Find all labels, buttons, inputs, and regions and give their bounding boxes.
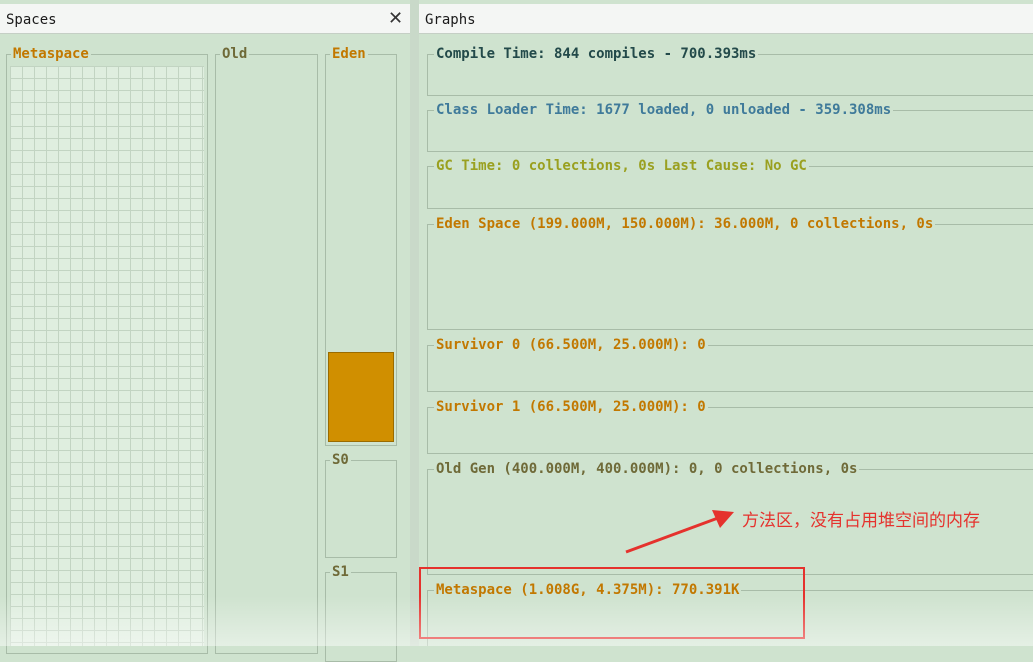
panel-divider[interactable]: [410, 0, 419, 646]
old-gen-label: Old Gen (400.000M, 400.000M): 0, 0 colle…: [434, 461, 860, 477]
graphs-tab-title: Graphs: [425, 12, 476, 28]
gc-time-graph: GC Time: 0 collections, 0s Last Cause: N…: [427, 158, 1033, 209]
old-space-label: Old: [220, 46, 250, 62]
graphs-tab[interactable]: Graphs: [419, 4, 1033, 34]
s1-space-label: S1: [330, 564, 351, 580]
metaspace-usage-grid: [10, 66, 204, 646]
annotation-arrow: [625, 510, 734, 554]
metaspace-space-label: Metaspace: [11, 46, 91, 62]
survivor-0-label: Survivor 0 (66.500M, 25.000M): 0: [434, 337, 708, 353]
spaces-tab-title: Spaces: [6, 12, 57, 28]
eden-space-label: Eden: [330, 46, 368, 62]
class-loader-time-label: Class Loader Time: 1677 loaded, 0 unload…: [434, 102, 894, 118]
eden-space-graph: Eden Space (199.000M, 150.000M): 36.000M…: [427, 216, 1033, 330]
survivor-1-label: Survivor 1 (66.500M, 25.000M): 0: [434, 399, 708, 415]
annotation-text: 方法区，没有占用堆空间的内存: [742, 511, 980, 531]
s0-space-label: S0: [330, 452, 351, 468]
s0-space-box: S0: [325, 452, 397, 558]
metaspace-highlight-box: [419, 567, 805, 639]
spaces-tab[interactable]: Spaces ✕: [0, 4, 410, 34]
eden-usage-bar: [328, 352, 394, 442]
class-loader-time-graph: Class Loader Time: 1677 loaded, 0 unload…: [427, 102, 1033, 152]
compile-time-label: Compile Time: 844 compiles - 700.393ms: [434, 46, 759, 62]
s1-space-box: S1: [325, 564, 397, 662]
old-space-box: Old: [215, 46, 318, 654]
eden-space-graph-label: Eden Space (199.000M, 150.000M): 36.000M…: [434, 216, 936, 232]
survivor-1-graph: Survivor 1 (66.500M, 25.000M): 0: [427, 399, 1033, 454]
close-icon[interactable]: ✕: [388, 8, 403, 29]
survivor-0-graph: Survivor 0 (66.500M, 25.000M): 0: [427, 337, 1033, 392]
gc-time-label: GC Time: 0 collections, 0s Last Cause: N…: [434, 158, 809, 174]
compile-time-graph: Compile Time: 844 compiles - 700.393ms: [427, 46, 1033, 96]
